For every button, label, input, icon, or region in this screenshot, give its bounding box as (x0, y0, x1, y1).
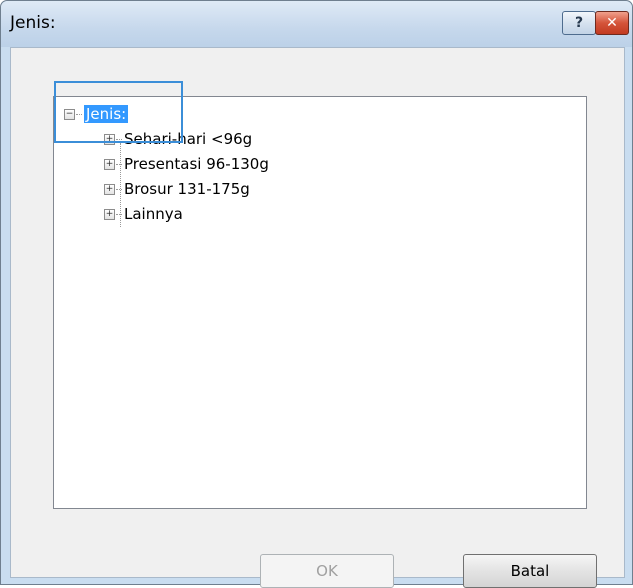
help-icon: ? (574, 15, 584, 31)
dialog-window: Jenis: ? ✕ − Jenis: + Sehari-hari <96g + (0, 0, 633, 588)
dialog-body: − Jenis: + Sehari-hari <96g + Presentasi… (10, 47, 625, 588)
tree-node-label: Sehari-hari <96g (124, 130, 253, 148)
expand-icon[interactable]: + (104, 158, 115, 170)
ok-button[interactable]: OK (260, 554, 394, 588)
tree-dots (76, 113, 82, 115)
expand-icon[interactable]: + (104, 133, 115, 145)
tree-node-presentasi[interactable]: + Presentasi 96-130g (104, 153, 269, 175)
expand-icon[interactable]: + (104, 183, 115, 195)
cancel-button[interactable]: Batal (463, 554, 597, 588)
help-button[interactable]: ? (562, 11, 596, 35)
tree-node-label: Lainnya (124, 205, 183, 223)
tree-node-brosur[interactable]: + Brosur 131-175g (104, 178, 250, 200)
tree-node-root[interactable]: − Jenis: (64, 103, 129, 125)
tree-node-sehari-hari[interactable]: + Sehari-hari <96g (104, 128, 252, 150)
window-title: Jenis: (10, 13, 56, 33)
title-bar[interactable]: Jenis: ? ✕ (1, 1, 632, 47)
tree-node-label: Brosur 131-175g (124, 180, 250, 198)
expand-icon[interactable]: + (104, 208, 115, 220)
tree-node-root-label: Jenis: (84, 105, 129, 123)
collapse-icon[interactable]: − (64, 108, 75, 120)
tree-dots (116, 213, 122, 215)
tree-dots (116, 163, 122, 165)
tree-node-label: Presentasi 96-130g (124, 155, 269, 173)
paper-type-tree[interactable]: − Jenis: + Sehari-hari <96g + Presentasi… (53, 96, 587, 509)
tree-dots (116, 138, 122, 140)
tree-node-lainnya[interactable]: + Lainnya (104, 203, 183, 225)
close-icon: ✕ (606, 15, 618, 31)
close-button[interactable]: ✕ (595, 11, 629, 35)
tree-dots (116, 188, 122, 190)
